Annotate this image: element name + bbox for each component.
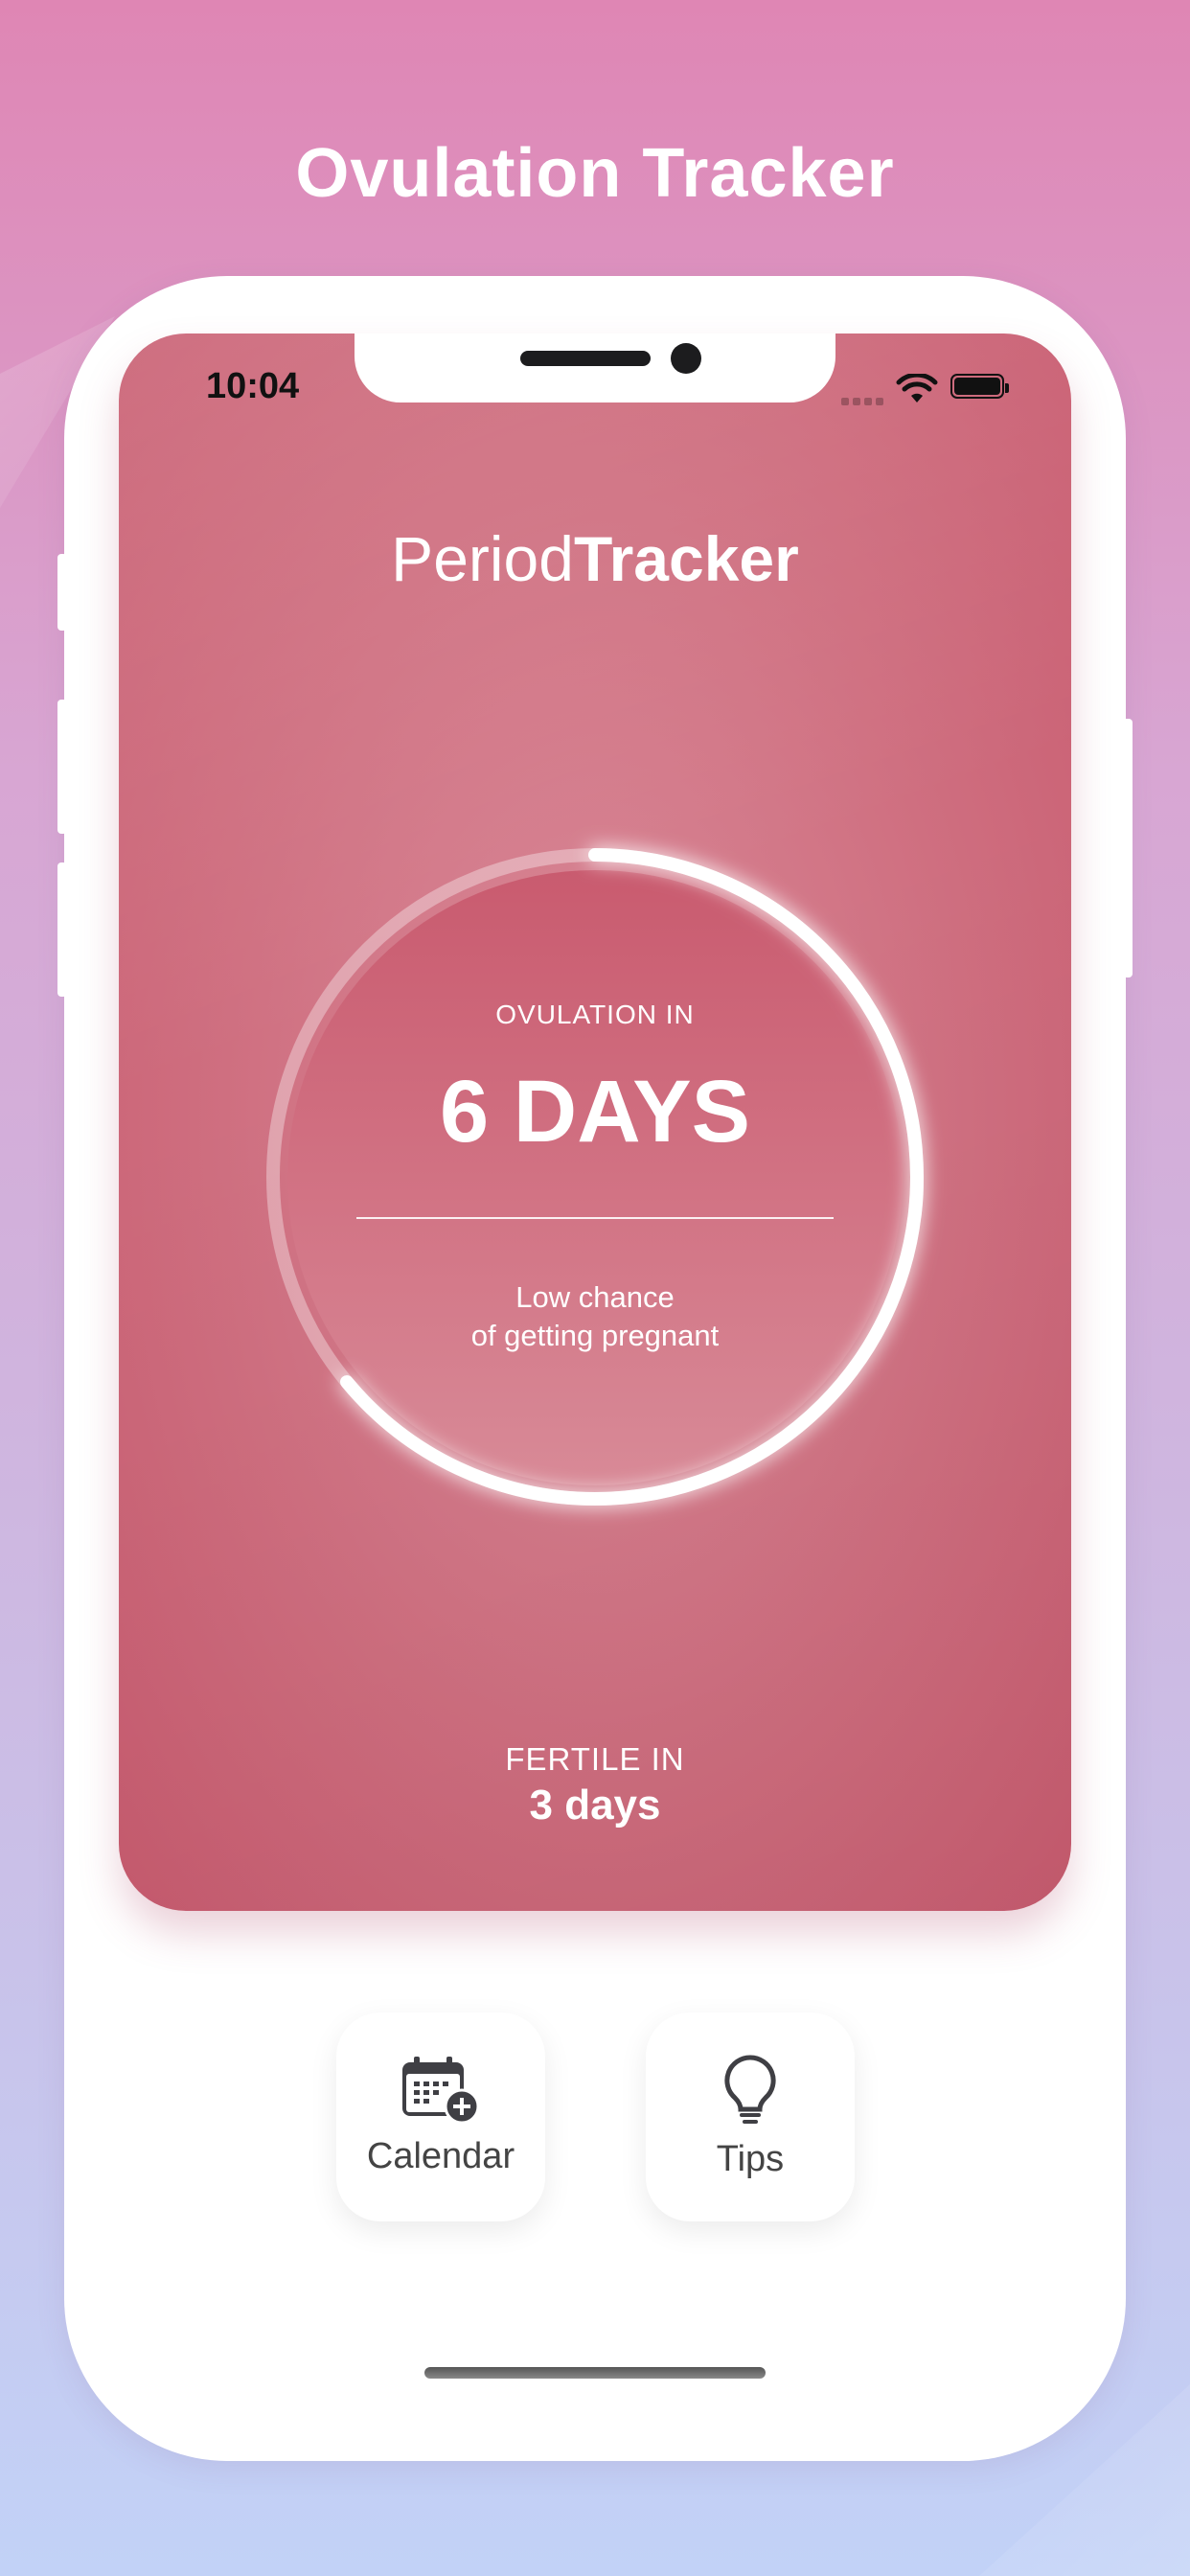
- pregnancy-chance-text: Low chance of getting pregnant: [0, 1278, 1190, 1355]
- app-brand-part2: Tracker: [573, 523, 799, 594]
- tips-button[interactable]: Tips: [646, 2012, 855, 2221]
- status-time: 10:04: [206, 366, 300, 406]
- divider: [356, 1217, 834, 1219]
- page-title: Ovulation Tracker: [295, 135, 895, 212]
- phone-side-button: [1123, 719, 1133, 978]
- ovulation-days-value: 6 DAYS: [440, 1063, 750, 1161]
- wifi-icon: [896, 372, 938, 411]
- calendar-add-icon: [400, 2057, 481, 2128]
- tips-button-label: Tips: [716, 2139, 785, 2179]
- chance-line-1: Low chance: [515, 1280, 675, 1314]
- calendar-button-label: Calendar: [366, 2136, 515, 2176]
- ovulation-label: OVULATION IN: [495, 1000, 695, 1029]
- chance-line-2: of getting pregnant: [470, 1319, 720, 1352]
- app-brand-part1: Period: [391, 523, 574, 594]
- home-indicator[interactable]: [424, 2367, 766, 2379]
- speaker-icon: [520, 351, 651, 366]
- ovulation-progress-ring: [265, 847, 925, 1506]
- app-brand-title: PeriodTracker: [0, 522, 1190, 595]
- lightbulb-icon: [721, 2054, 779, 2131]
- cellular-signal-icon: [841, 393, 887, 410]
- camera-icon: [671, 343, 701, 374]
- calendar-button[interactable]: Calendar: [336, 2012, 545, 2221]
- phone-side-button: [57, 700, 67, 834]
- fertile-days-value: 3 days: [529, 1782, 661, 1828]
- fertile-label: FERTILE IN: [505, 1741, 685, 1777]
- phone-notch: [355, 334, 835, 402]
- battery-icon: [950, 374, 1009, 399]
- phone-side-button: [57, 862, 67, 997]
